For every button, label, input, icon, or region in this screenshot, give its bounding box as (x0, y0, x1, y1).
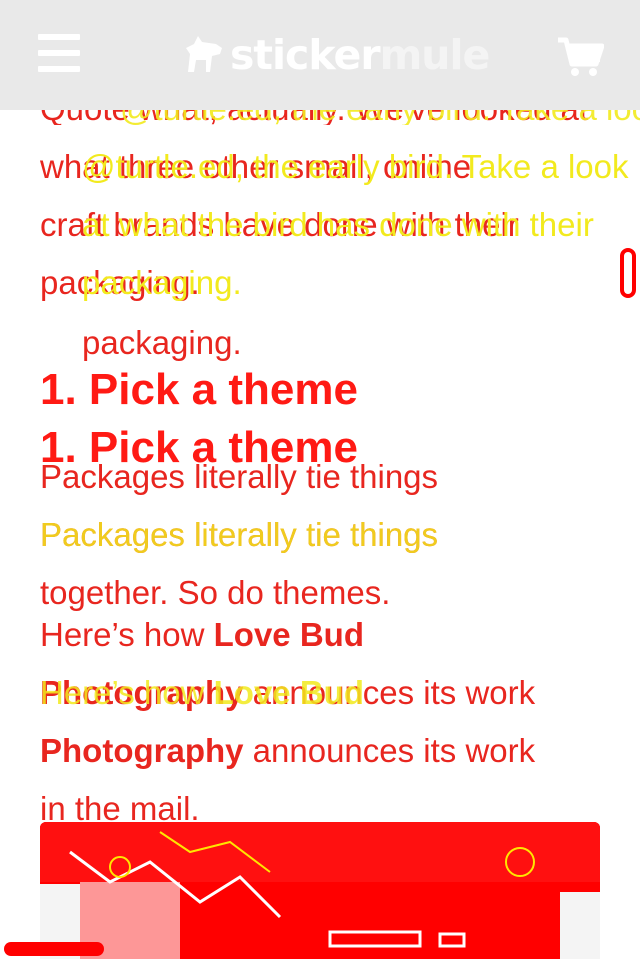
intro-ghost-line-3: at what the bird has done with their (82, 206, 594, 243)
para-2-mid: announces its work (243, 732, 536, 769)
top-navigation-bar: sticker mule (0, 0, 640, 110)
para-1-line-1: Packages literally tie things (40, 458, 439, 495)
cart-icon[interactable] (556, 36, 604, 78)
para-1-ghost-yellow: Packages literally tie things (40, 516, 439, 553)
mule-logo-icon (186, 36, 222, 72)
article-content: Quote what, actually. We've looked at @t… (0, 0, 640, 959)
reading-progress-bar (4, 942, 104, 956)
intro-line-5: packaging. (82, 324, 242, 361)
scrollbar-thumb[interactable] (620, 248, 636, 298)
para-2-prefix-ghost: Here’s how (40, 674, 214, 711)
para-2-line-4: in the mail. (40, 790, 200, 827)
packaging-photo (40, 822, 600, 959)
intro-ghost-line-2: @turtle.ed, the early bird. Take a look (82, 148, 629, 185)
para-2-brand-b[interactable]: Photography (40, 732, 244, 769)
logo-word-mule: mule (379, 31, 491, 79)
intro-ghost-line-4: packaging. (82, 264, 242, 301)
site-logo[interactable]: sticker mule (180, 30, 491, 80)
article-image (40, 822, 600, 959)
para-2-bold-ghost: Love Bud (213, 674, 364, 711)
para-2-prefix: Here’s how (40, 616, 214, 653)
para-2-line-1: Here’s how Love Bud (40, 618, 364, 651)
section-heading: 1. Pick a theme (40, 365, 358, 414)
hamburger-icon[interactable] (38, 34, 80, 72)
para-1-line-2: together. So do themes. (40, 574, 391, 611)
para-2-line-2-yellow: Here’s how Love Bud (40, 676, 364, 709)
para-2-line-3: Photography announces its work (40, 734, 535, 767)
logo-word-sticker: sticker (230, 31, 381, 79)
para-2-brand-link[interactable]: Love Bud (214, 616, 364, 653)
